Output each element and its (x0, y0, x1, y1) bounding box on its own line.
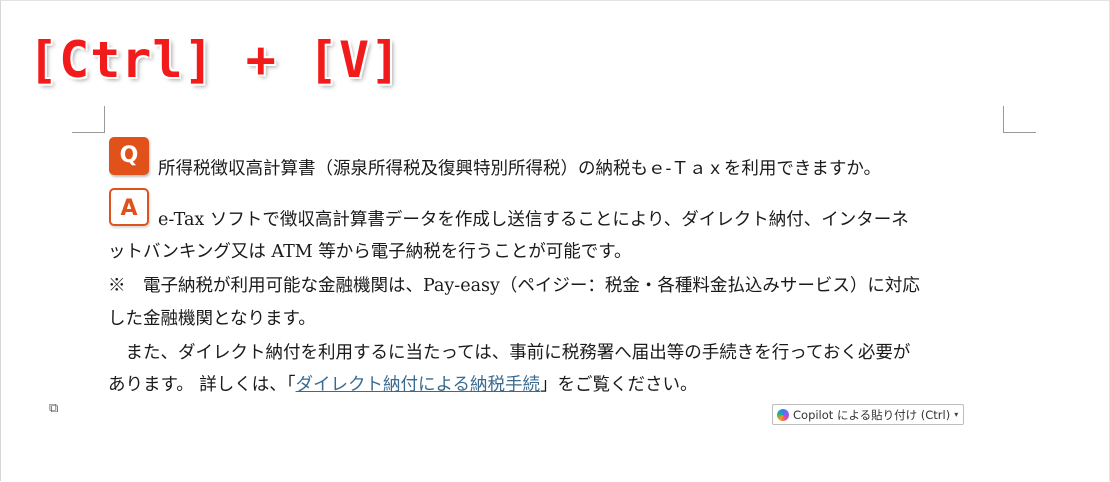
answer-line-2: ットバンキング又は ATM 等から電子納税を行うことが可能です。 (108, 242, 632, 262)
question-icon: Q (109, 137, 149, 175)
paste-options-icon[interactable]: ⧉ (49, 401, 65, 417)
direct-payment-link[interactable]: ダイレクト納付による納税手続 (296, 375, 540, 395)
paragraph-line-1: また、ダイレクト納付を利用するに当たっては、事前に税務署へ届出等の手続きを行って… (108, 343, 911, 363)
margin-corner-mark-left (72, 106, 105, 133)
paragraph-line-2-prefix: あります。 詳しくは、「 (108, 375, 296, 395)
copilot-paste-button[interactable]: Copilot による貼り付け (Ctrl) ▾ (772, 404, 965, 425)
note-line-1: ※ 電子納税が利用可能な金融機関は、Pay-easy（ペイジー：税金・各種料金払… (108, 276, 920, 296)
answer-line-1: e-Tax ソフトで徴収高計算書データを作成し送信することにより、ダイレクト納付… (158, 210, 909, 230)
copilot-icon (777, 408, 789, 421)
question-text: 所得税徴収高計算書（源泉所得税及復興特別所得税）の納税もｅ‐Ｔａｘを利用できます… (158, 159, 882, 179)
copilot-paste-label: Copilot による貼り付け (Ctrl) (793, 407, 951, 422)
dropdown-caret-icon: ▾ (954, 410, 959, 419)
note-line-2: した金融機関となります。 (108, 309, 316, 329)
paragraph-line-2-suffix: 」をご覧ください。 (540, 375, 698, 395)
shortcut-banner: [Ctrl] + [V] (28, 31, 402, 89)
margin-corner-mark-right (1003, 106, 1036, 133)
paragraph-line-2: あります。 詳しくは、「ダイレクト納付による納税手続」をご覧ください。 (108, 371, 1008, 399)
answer-icon: A (109, 188, 149, 226)
